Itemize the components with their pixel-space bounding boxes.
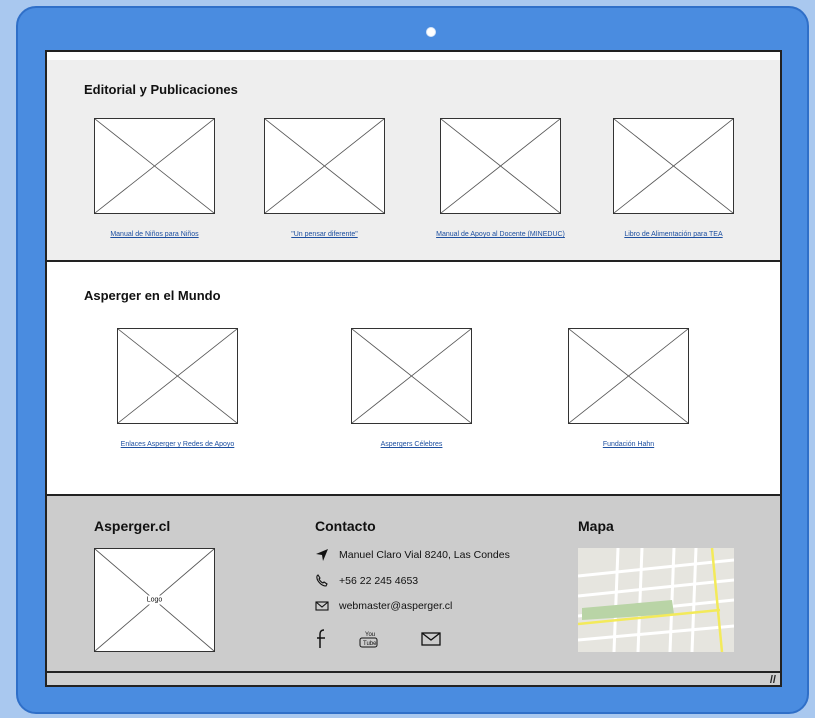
map-image — [578, 548, 734, 652]
editorial-link-3[interactable]: Manual de Apoyo al Docente (MINEDUC) — [415, 231, 586, 238]
email-text[interactable]: webmaster@asperger.cl — [339, 600, 452, 612]
editorial-link-4[interactable]: Libro de Alimentación para TEA — [598, 231, 749, 238]
mundo-image-2[interactable] — [351, 328, 472, 424]
editorial-link-2[interactable]: "Un pensar diferente" — [254, 231, 395, 238]
footer-logo[interactable]: Logo — [94, 548, 215, 652]
phone-row: +56 22 245 4653 — [315, 574, 418, 588]
mundo-title: Asperger en el Mundo — [84, 288, 221, 303]
mundo-link-3[interactable]: Fundación Hahn — [558, 441, 699, 448]
mundo-image-1[interactable] — [117, 328, 238, 424]
resize-handle-icon[interactable]: // — [770, 674, 776, 685]
mundo-link-1[interactable]: Enlaces Asperger y Redes de Apoyo — [97, 441, 258, 448]
phone-icon — [316, 574, 328, 587]
editorial-section: Editorial y Publicaciones Manual de Niño… — [47, 60, 780, 262]
editorial-link-1[interactable]: Manual de Niños para Niños — [84, 231, 225, 238]
mundo-link-2[interactable]: Aspergers Célebres — [341, 441, 482, 448]
window-status-bar: // — [47, 673, 780, 685]
youtube-icon[interactable]: You Tube — [357, 629, 379, 649]
map-widget[interactable] — [578, 548, 734, 652]
envelope-icon — [315, 601, 329, 611]
camera-dot — [426, 27, 436, 37]
svg-text:You: You — [365, 632, 375, 638]
editorial-image-2[interactable] — [264, 118, 385, 214]
svg-text:Tube: Tube — [363, 641, 377, 647]
mundo-image-3[interactable] — [568, 328, 689, 424]
address-text: Manuel Claro Vial 8240, Las Condes — [339, 549, 510, 561]
facebook-icon[interactable] — [315, 629, 329, 649]
contact-title: Contacto — [315, 518, 376, 534]
mundo-section: Asperger en el Mundo Enlaces Asperger y … — [47, 262, 780, 496]
editorial-image-3[interactable] — [440, 118, 561, 214]
map-title: Mapa — [578, 518, 614, 534]
screen: Editorial y Publicaciones Manual de Niño… — [45, 50, 782, 687]
phone-text: +56 22 245 4653 — [339, 575, 419, 587]
editorial-image-4[interactable] — [613, 118, 734, 214]
editorial-title: Editorial y Publicaciones — [84, 82, 238, 97]
editorial-image-1[interactable] — [94, 118, 215, 214]
location-arrow-icon — [316, 549, 328, 561]
mail-icon[interactable] — [421, 631, 441, 647]
footer-brand: Asperger.cl — [94, 518, 171, 534]
address-row: Manuel Claro Vial 8240, Las Condes — [315, 548, 510, 562]
email-row: webmaster@asperger.cl — [315, 599, 452, 613]
logo-label: Logo — [144, 595, 165, 605]
